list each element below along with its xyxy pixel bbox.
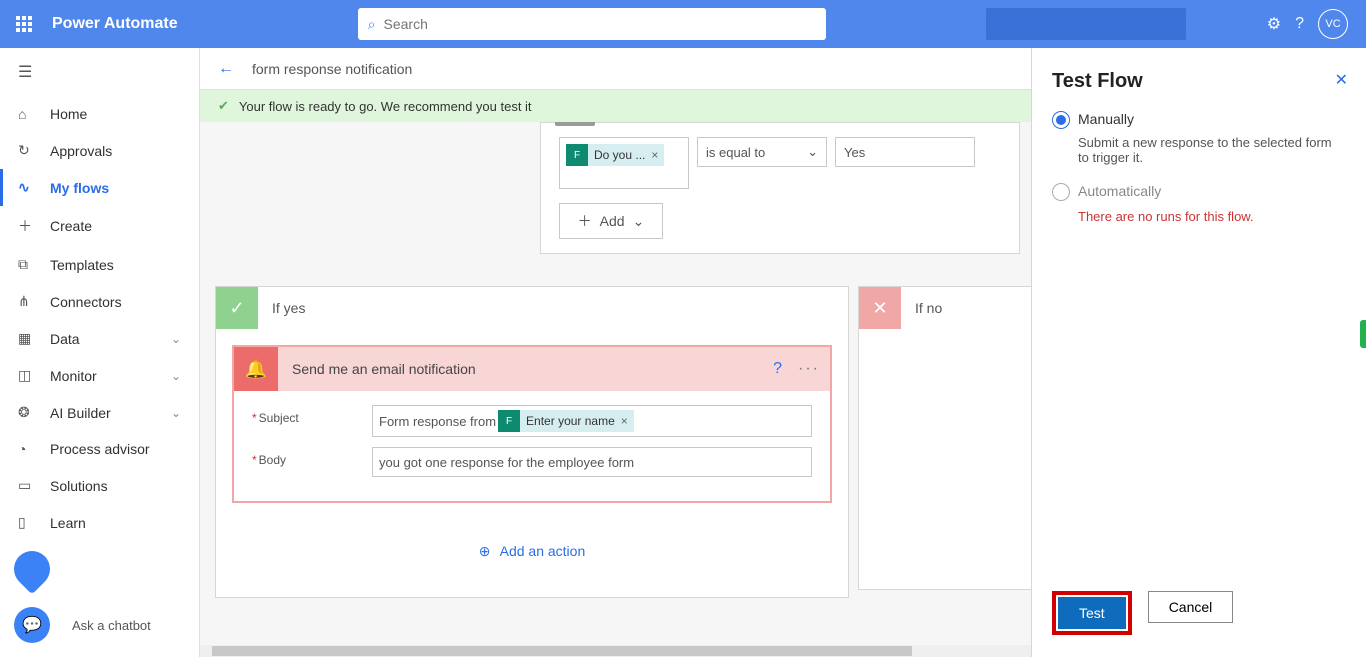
dynamic-token[interactable]: F Enter your name × [498, 410, 634, 432]
chatbot-button[interactable]: 💬 [14, 607, 50, 643]
advisor-icon: ◔ [18, 441, 38, 457]
condition-left-value[interactable]: F Do you ... × [559, 137, 689, 189]
nav-ai-builder[interactable]: ❂AI Builder⌄ [0, 394, 199, 431]
forms-icon: F [498, 410, 520, 432]
solutions-icon: ▭ [18, 477, 38, 494]
action-title: Send me an email notification [292, 361, 773, 377]
subject-label: *Subject [252, 405, 372, 425]
user-avatar[interactable]: VC [1318, 9, 1348, 39]
forms-icon: F [566, 144, 588, 166]
check-icon: ✓ [216, 287, 258, 329]
action-menu-icon[interactable]: ··· [798, 360, 820, 378]
app-launcher-icon[interactable] [8, 8, 40, 40]
add-action-link[interactable]: ⊕ Add an action [479, 543, 585, 559]
panel-title: Test Flow [1052, 70, 1346, 93]
flows-icon: ∿ [18, 179, 38, 196]
grip-icon [555, 122, 595, 126]
search-icon: ⌕ [368, 16, 376, 33]
plus-icon: ＋ [578, 211, 592, 231]
nav-data[interactable]: ▦Data⌄ [0, 320, 199, 357]
chevron-down-icon: ⌄ [171, 369, 181, 383]
dynamic-token[interactable]: F Do you ... × [566, 144, 664, 166]
chat-pointer-icon [7, 544, 58, 595]
cancel-button[interactable]: Cancel [1148, 591, 1234, 623]
manual-description: Submit a new response to the selected fo… [1078, 135, 1346, 165]
nav-learn[interactable]: ▯Learn [0, 504, 199, 541]
condition-right-value[interactable]: Yes [835, 137, 975, 167]
nav-process-advisor[interactable]: ◔Process advisor [0, 431, 199, 467]
if-yes-header[interactable]: ✓ If yes [216, 287, 848, 329]
learn-icon: ▯ [18, 514, 38, 531]
radio-icon[interactable] [1052, 183, 1070, 201]
help-icon[interactable]: ? [1295, 15, 1304, 33]
insert-step-icon: ⊕ [479, 543, 491, 559]
search-box[interactable]: ⌕ [358, 8, 826, 40]
monitor-icon: ◫ [18, 367, 38, 384]
condition-operator[interactable]: is equal to ⌄ [697, 137, 827, 167]
radio-automatically[interactable]: Automatically [1052, 183, 1346, 201]
radio-icon[interactable] [1052, 111, 1070, 129]
nav-connectors[interactable]: ⋔Connectors [0, 283, 199, 320]
data-icon: ▦ [18, 330, 38, 347]
approvals-icon: ↻ [18, 142, 38, 159]
hamburger-icon[interactable]: ☰ [0, 48, 199, 96]
nav-my-flows[interactable]: ∿My flows [0, 169, 199, 206]
body-input[interactable]: you got one response for the employee fo… [372, 447, 812, 477]
help-icon[interactable]: ? [773, 360, 782, 378]
chatbot-label[interactable]: Ask a chatbot [72, 618, 151, 633]
ai-icon: ❂ [18, 404, 38, 421]
environment-selector[interactable] [986, 8, 1186, 40]
templates-icon: ⧉ [18, 256, 38, 273]
nav-home[interactable]: ⌂Home [0, 96, 199, 132]
nav-monitor[interactable]: ◫Monitor⌄ [0, 357, 199, 394]
nav-templates[interactable]: ⧉Templates [0, 246, 199, 283]
chevron-down-icon: ⌄ [171, 406, 181, 420]
plus-icon: ＋ [18, 216, 38, 236]
left-sidebar: ☰ ⌂Home ↻Approvals ∿My flows ＋Create ⧉Te… [0, 48, 200, 657]
brand-title: Power Automate [52, 15, 178, 33]
email-notification-action[interactable]: 🔔 Send me an email notification ? ··· *S… [232, 345, 832, 503]
remove-token-icon[interactable]: × [621, 414, 628, 428]
remove-token-icon[interactable]: × [651, 148, 658, 162]
home-icon: ⌂ [18, 106, 38, 122]
banner-text: Your flow is ready to go. We recommend y… [239, 99, 532, 114]
nav-solutions[interactable]: ▭Solutions [0, 467, 199, 504]
connectors-icon: ⋔ [18, 293, 38, 310]
test-flow-panel: Test Flow ✕ Manually Submit a new respon… [1031, 48, 1366, 657]
chevron-down-icon: ⌄ [633, 213, 645, 230]
cross-icon: ✕ [859, 287, 901, 329]
if-yes-branch: ✓ If yes 🔔 Send me an email notification… [215, 286, 849, 598]
close-panel-icon[interactable]: ✕ [1335, 70, 1348, 90]
chevron-down-icon: ⌄ [807, 144, 818, 160]
highlight-ring: Test [1052, 591, 1132, 635]
back-button[interactable]: ← [218, 60, 234, 78]
bell-icon: 🔔 [234, 347, 278, 391]
nav-create[interactable]: ＋Create [0, 206, 199, 246]
chevron-down-icon: ⌄ [171, 332, 181, 346]
auto-error-text: There are no runs for this flow. [1078, 209, 1346, 224]
settings-icon[interactable]: ⚙ [1267, 14, 1281, 34]
feedback-tab[interactable] [1360, 320, 1366, 348]
nav-approvals[interactable]: ↻Approvals [0, 132, 199, 169]
flow-title: form response notification [252, 61, 412, 77]
condition-block[interactable]: F Do you ... × is equal to ⌄ Yes ＋ Add ⌄ [540, 122, 1020, 254]
check-icon: ✔ [218, 98, 229, 114]
top-header: Power Automate ⌕ ⚙ ? VC [0, 0, 1366, 48]
test-button[interactable]: Test [1058, 597, 1126, 629]
subject-input[interactable]: Form response from F Enter your name × [372, 405, 812, 437]
body-label: *Body [252, 447, 372, 467]
search-input[interactable] [384, 16, 816, 32]
radio-manually[interactable]: Manually [1052, 111, 1346, 129]
add-condition-button[interactable]: ＋ Add ⌄ [559, 203, 663, 239]
